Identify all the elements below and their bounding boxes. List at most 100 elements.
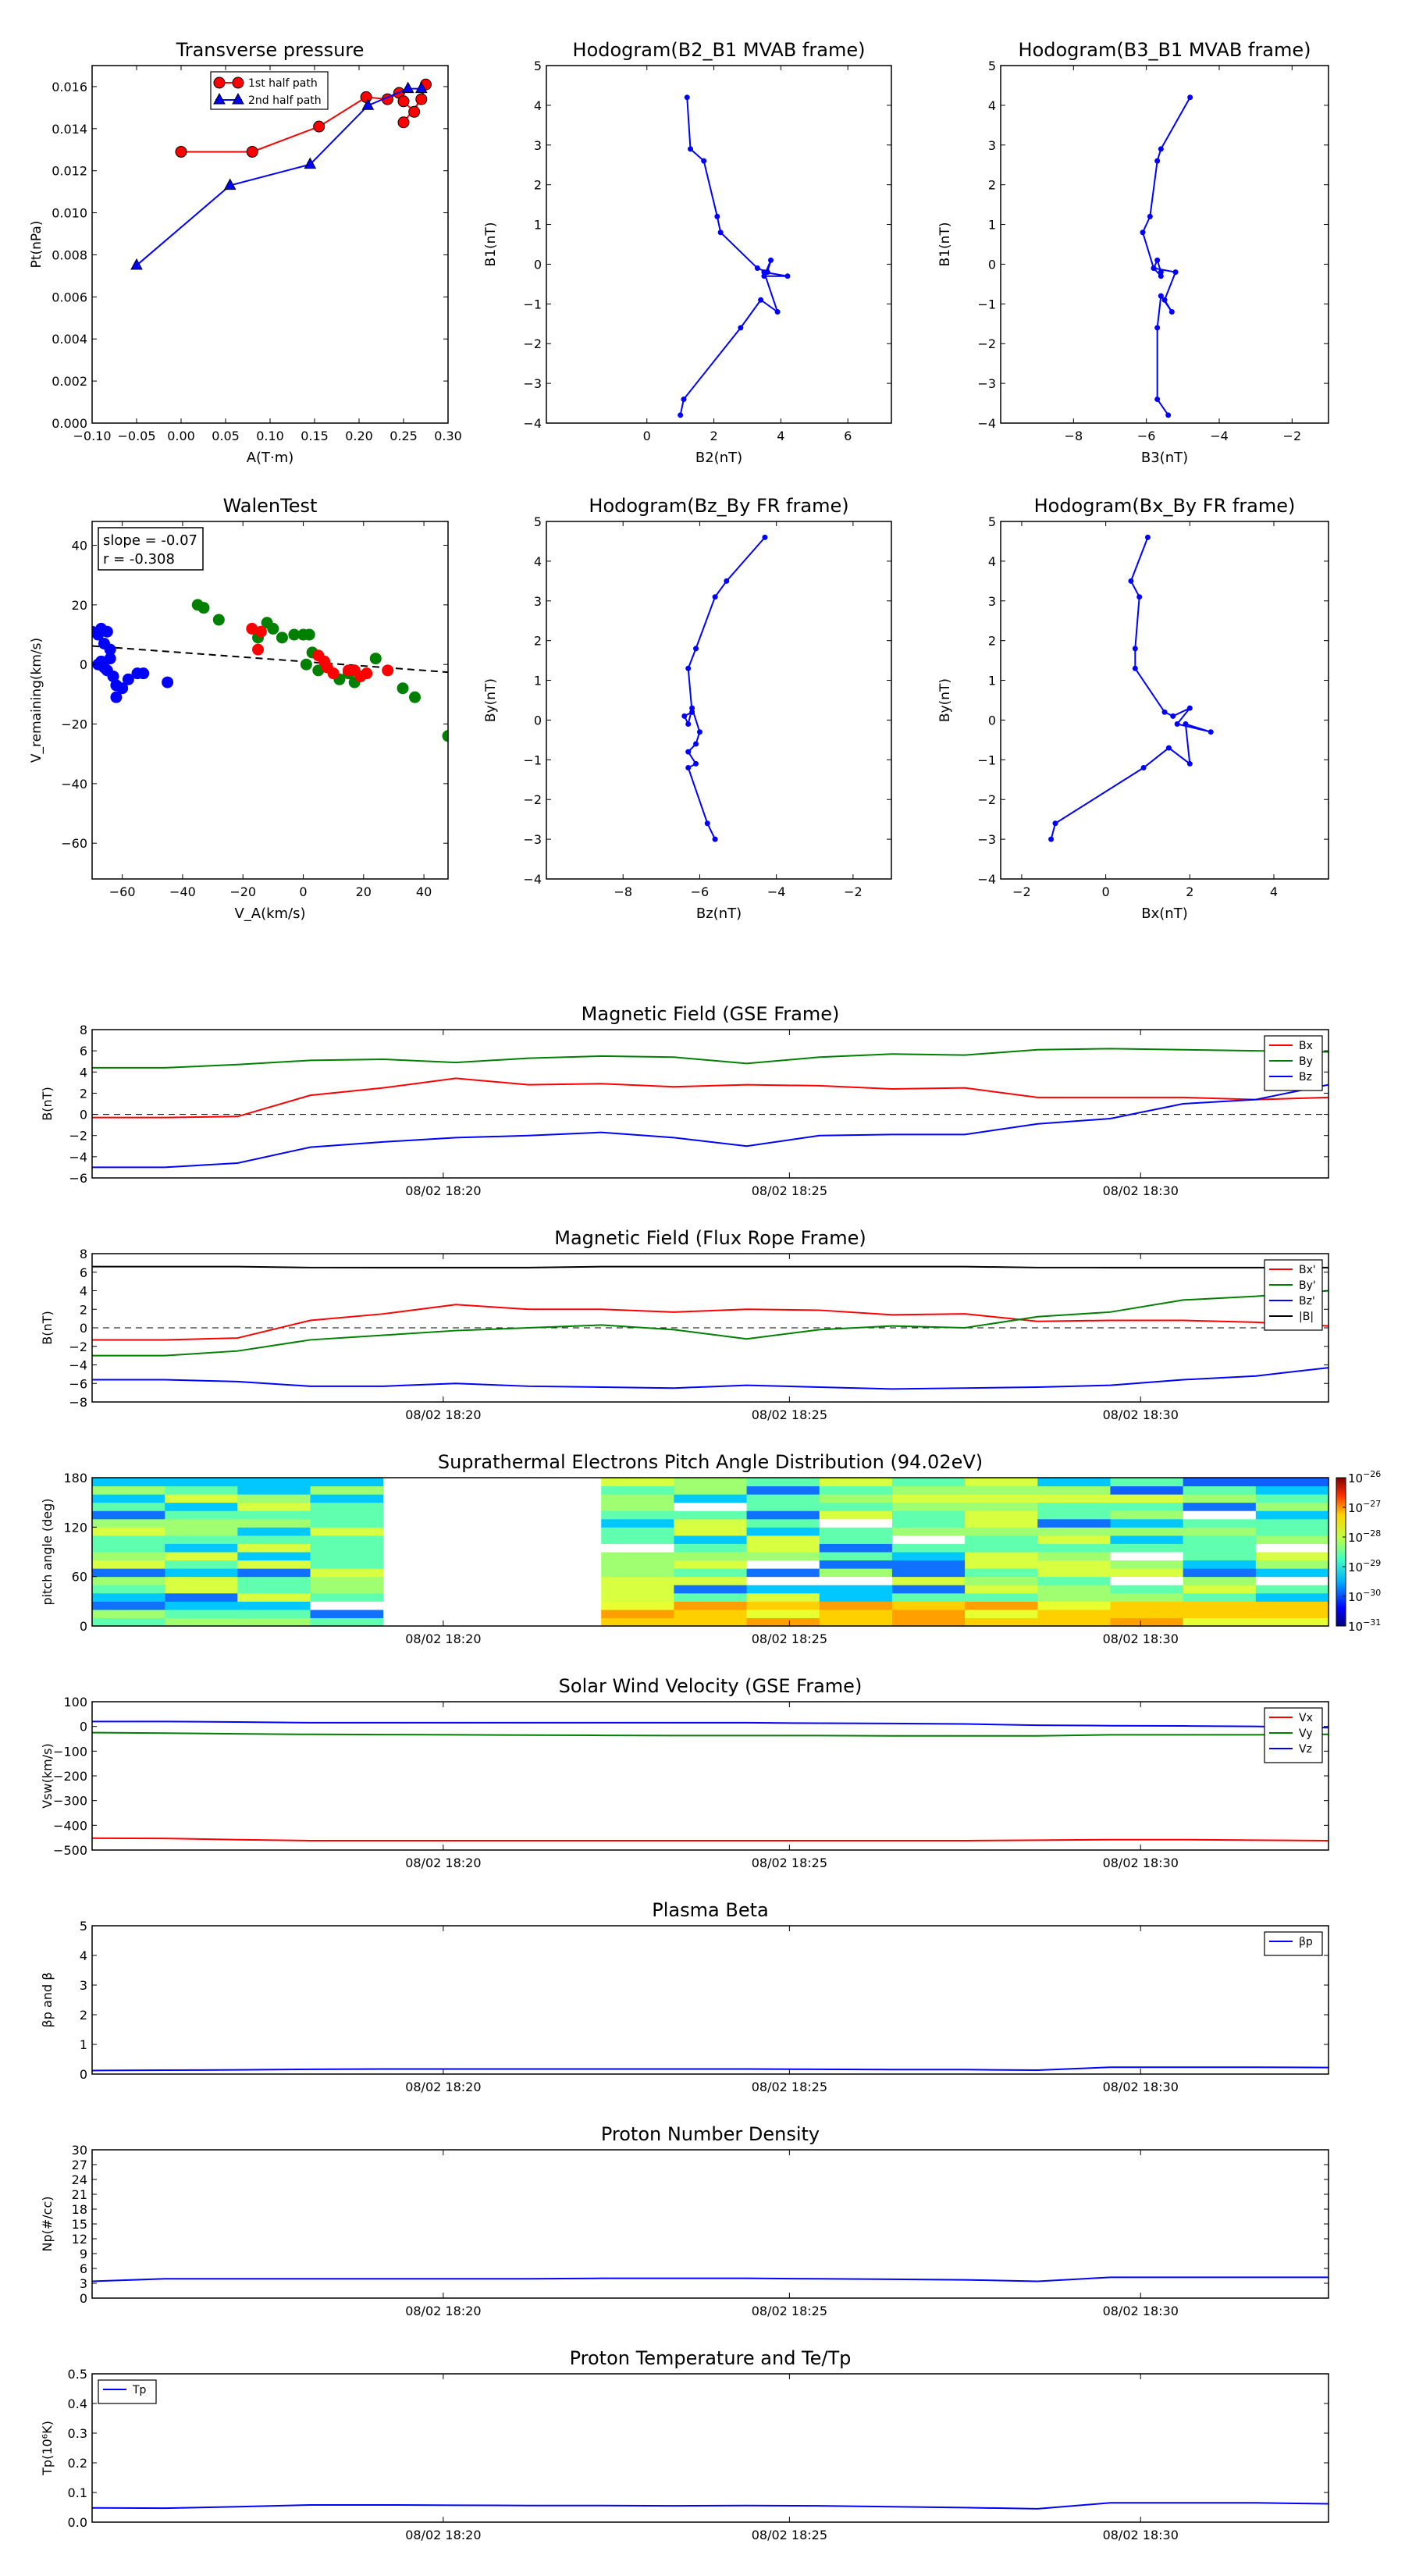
- heatmap-cell: [674, 1518, 748, 1528]
- data-point: [1132, 646, 1138, 652]
- heatmap-cell: [746, 1527, 820, 1536]
- y-tick-label: 8: [80, 1023, 87, 1037]
- heatmap-cell: [819, 1535, 893, 1544]
- plot-area: [681, 534, 768, 842]
- x-axis-label: B2(nT): [695, 450, 742, 466]
- data-point: [1187, 94, 1193, 101]
- heatmap-cell: [310, 1535, 384, 1544]
- heatmap-cell: [237, 1585, 311, 1594]
- heatmap-cell: [746, 1592, 820, 1602]
- heatmap-cell: [891, 1568, 966, 1578]
- plot-area: [92, 1720, 1329, 1841]
- series-line: [92, 2502, 1329, 2510]
- y-tick-label: 20: [72, 598, 87, 613]
- x-tick-label: 6: [844, 429, 852, 443]
- heatmap-cell: [891, 1494, 966, 1503]
- y-tick-label: 5: [988, 514, 996, 529]
- data-point: [1128, 578, 1134, 584]
- heatmap-cell: [746, 1518, 820, 1528]
- data-point: [360, 91, 372, 103]
- y-tick-label: 0.012: [52, 164, 87, 179]
- heatmap-cell: [674, 1510, 748, 1520]
- y-tick-label: 0: [80, 657, 87, 672]
- y-tick-label: −1: [977, 753, 996, 767]
- chart-beta: Plasma Beta 0 1 2 3 4 5 08/02 18:20 08/02 18:25 0…: [40, 1899, 1329, 2094]
- heatmap-cell: [819, 1609, 893, 1618]
- data-point: [684, 94, 690, 101]
- heatmap-cell: [819, 1552, 893, 1561]
- colorbar-tick-label: 10−30: [1348, 1588, 1381, 1604]
- heatmap-cell: [1183, 1502, 1257, 1511]
- x-tick-label: 0: [299, 884, 307, 899]
- heatmap-cell: [165, 1609, 238, 1618]
- x-tick-label: −6: [1137, 429, 1156, 443]
- x-tick-label: 08/02 18:30: [1103, 1407, 1179, 1422]
- heatmap-cell: [237, 1552, 311, 1561]
- chart-tp: Transverse pressure−0.10 −0.05 0.00 0.05 0.1…: [29, 39, 462, 466]
- chart-h3: Hodogram(Bz_By FR frame) −8 −6 −4 −2 −4 −3 −2 −1…: [483, 495, 892, 922]
- heatmap-cell: [1110, 1609, 1184, 1618]
- heatmap-cell: [965, 1617, 1038, 1627]
- heatmap-cell: [310, 1510, 384, 1520]
- x-axis-label: V_A(km/s): [234, 906, 305, 922]
- y-axis-label: Np(#/cc): [40, 2197, 55, 2252]
- colorbar: [1336, 1477, 1346, 1627]
- plot-area: [678, 94, 791, 418]
- heatmap-cell: [965, 1609, 1038, 1618]
- heatmap-cell: [819, 1485, 893, 1495]
- y-tick-label: 3: [80, 1978, 87, 1993]
- heatmap-cell: [237, 1494, 311, 1503]
- axes-frame: [91, 2373, 1329, 2523]
- heatmap-cell: [237, 1560, 311, 1569]
- x-tick-label: 0.30: [434, 429, 462, 443]
- y-tick-label: 2: [988, 178, 996, 193]
- data-point: [712, 836, 718, 842]
- heatmap-cell: [674, 1576, 748, 1585]
- heatmap-cell: [1255, 1485, 1329, 1495]
- heatmap-cell: [237, 1527, 311, 1536]
- heatmap-cell: [746, 1601, 820, 1610]
- chart-h2: Hodogram(B3_B1 MVAB frame) −8 −6 −4 −2 −4 −3 −2…: [937, 39, 1329, 466]
- axes-frame: [91, 1925, 1329, 2075]
- series-line: [679, 97, 788, 416]
- heatmap-cell: [1255, 1568, 1329, 1578]
- heatmap-cell: [601, 1494, 674, 1503]
- y-tick-label: 15: [72, 2217, 87, 2232]
- y-tick-label: 4: [534, 554, 542, 569]
- y-tick-label: 5: [534, 514, 542, 529]
- heatmap-cell: [965, 1527, 1038, 1536]
- data-point: [104, 653, 116, 665]
- colorbar-base: 10: [1348, 1531, 1363, 1545]
- heatmap-cell: [310, 1568, 384, 1578]
- heatmap-cell: [1255, 1502, 1329, 1511]
- data-point: [1158, 146, 1164, 152]
- heatmap-cell: [1183, 1527, 1257, 1536]
- y-axis-label: By(nT): [937, 678, 953, 722]
- data-point: [774, 309, 781, 315]
- plot-area: [92, 2066, 1329, 2072]
- y-tick-label: 1: [534, 674, 542, 688]
- data-point: [693, 760, 699, 767]
- chart-vsw: Solar Wind Velocity (GSE Frame) −500 −400 −…: [40, 1675, 1329, 1870]
- y-tick-label: 0: [534, 257, 542, 272]
- y-tick-label: −100: [53, 1744, 87, 1759]
- x-tick-label: 0.00: [167, 429, 195, 443]
- heatmap-cell: [674, 1601, 748, 1610]
- chart-mf_gse: Magnetic Field (GSE Frame) −6 −4 −2 0 2 4 6 8 08/…: [40, 1003, 1329, 1198]
- heatmap-cell: [819, 1568, 893, 1578]
- y-axis-label: By(nT): [483, 678, 499, 722]
- heatmap-cell: [965, 1552, 1038, 1561]
- axes-frame: [91, 521, 449, 880]
- data-point: [267, 622, 279, 635]
- data-point: [397, 95, 410, 108]
- y-axis-label: Pt(nPa): [29, 221, 44, 269]
- data-point: [693, 741, 699, 747]
- heatmap-cell: [1037, 1502, 1111, 1511]
- data-point: [197, 602, 210, 614]
- heatmap-cell: [601, 1609, 674, 1618]
- x-tick-label: 0.20: [345, 429, 373, 443]
- y-tick-label: 4: [80, 1065, 87, 1080]
- legend-label: 2nd half path: [248, 94, 322, 107]
- heatmap-cell: [1183, 1560, 1257, 1569]
- x-tick-label: 08/02 18:25: [752, 1183, 827, 1198]
